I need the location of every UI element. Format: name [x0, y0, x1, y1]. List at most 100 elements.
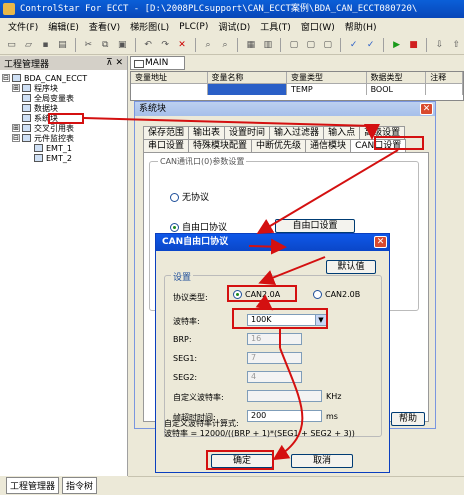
window-split-icon[interactable]: ▢: [303, 37, 318, 52]
tab-instruction-tree[interactable]: 指令树: [62, 477, 98, 494]
left-panel-tabs: 工程管理器 指令树: [0, 476, 128, 495]
formula-title: 自定义波特率计算式:: [164, 419, 239, 428]
cell-address[interactable]: [131, 84, 208, 95]
new-file-icon[interactable]: ▭: [4, 37, 19, 52]
tab-row-1: 保存范围 输出表 设置时间 输入过滤器 输入点 高级设置: [143, 126, 406, 139]
close-icon[interactable]: ✕: [420, 103, 433, 115]
help-button[interactable]: 帮助: [391, 412, 425, 426]
tab-can-port[interactable]: CAN口设置: [350, 139, 407, 152]
seg1-label: SEG1:: [173, 354, 198, 363]
page-setup-icon[interactable]: ▥: [260, 37, 275, 52]
redo-icon[interactable]: ↷: [158, 37, 173, 52]
variable-table: 变量地址 变量名称 变量类型 数据类型 注释 TEMP BOOL: [130, 71, 464, 101]
open-folder-icon[interactable]: ▱: [21, 37, 36, 52]
paste-icon[interactable]: ▣: [115, 37, 130, 52]
tab-interrupt-priority[interactable]: 中断优先级: [251, 139, 307, 152]
tab-output-table[interactable]: 输出表: [188, 126, 226, 139]
radio-can20b[interactable]: CAN2.0B: [313, 290, 360, 299]
tab-project-manager[interactable]: 工程管理器: [6, 477, 60, 494]
table-row[interactable]: TEMP BOOL: [131, 84, 463, 95]
radio-free-protocol[interactable]: 自由口协议: [170, 220, 227, 233]
run-icon[interactable]: ▶: [389, 37, 404, 52]
tree-expander-icon[interactable]: ⊟: [2, 74, 10, 82]
close-icon[interactable]: ✕: [374, 236, 387, 248]
ok-button[interactable]: 确定: [211, 454, 273, 468]
free-port-settings-button[interactable]: 自由口设置: [275, 219, 355, 233]
tree-item-project[interactable]: ⊟ BDA_CAN_ECCT: [2, 73, 125, 83]
tree-expander-icon[interactable]: ⊟: [12, 134, 20, 142]
cell-comment[interactable]: [426, 84, 463, 95]
baud-rate-select[interactable]: 100K ▼: [247, 314, 327, 326]
check-icon[interactable]: ✓: [346, 37, 361, 52]
seg2-field: 4: [247, 371, 302, 383]
radio-label: CAN2.0B: [325, 290, 361, 299]
cell-var-type[interactable]: TEMP: [287, 84, 367, 95]
brp-label: BRP:: [173, 335, 192, 344]
tab-input-filter[interactable]: 输入过滤器: [269, 126, 325, 139]
menu-help[interactable]: 帮助(H): [345, 20, 377, 33]
menu-window[interactable]: 窗口(W): [301, 20, 335, 33]
menu-tools[interactable]: 工具(T): [260, 20, 291, 33]
brp-field: 16: [247, 333, 302, 345]
tab-set-time[interactable]: 设置时间: [224, 126, 271, 139]
dialog-title: CAN自由口协议: [162, 237, 229, 247]
tree-item-monitor-table[interactable]: ⊟ 元件监控表: [2, 133, 125, 143]
tree-item-label: EMT_2: [46, 153, 72, 163]
tree-item-program-block[interactable]: ⊞ 程序块: [2, 83, 125, 93]
tree-item-system-block[interactable]: 系统块: [2, 113, 125, 123]
data-block-icon: [22, 104, 31, 112]
check-all-icon[interactable]: ✓: [363, 37, 378, 52]
upload-icon[interactable]: ⇧: [449, 37, 464, 52]
window-cascade-icon[interactable]: ▢: [320, 37, 335, 52]
panel-pin-close-icon[interactable]: ⊼ ✕: [106, 58, 123, 68]
toolbar-divider: [74, 37, 76, 52]
default-values-button[interactable]: 默认值: [326, 260, 376, 274]
window-tile-icon[interactable]: ▢: [286, 37, 301, 52]
menu-plc[interactable]: PLC(P): [179, 22, 208, 32]
undo-icon[interactable]: ↶: [141, 37, 156, 52]
print-preview-icon[interactable]: ▦: [243, 37, 258, 52]
tab-special-module[interactable]: 特殊模块配置: [188, 139, 253, 152]
seg1-field: 7: [247, 352, 302, 364]
delete-icon[interactable]: ✕: [175, 37, 190, 52]
project-icon: [12, 74, 21, 82]
find-icon[interactable]: ⌕: [201, 37, 216, 52]
menu-file[interactable]: 文件(F): [8, 20, 38, 33]
col-comment: 注释: [426, 72, 463, 83]
radio-label: 自由口协议: [182, 223, 228, 233]
stop-icon[interactable]: ■: [406, 37, 421, 52]
tab-comm-module[interactable]: 通信模块: [305, 139, 352, 152]
tree-expander-icon[interactable]: ⊞: [12, 84, 20, 92]
tab-advanced[interactable]: 高级设置: [359, 126, 406, 139]
tab-input-point[interactable]: 输入点: [323, 126, 361, 139]
toolbar-divider: [194, 37, 196, 52]
print-icon[interactable]: ▤: [55, 37, 70, 52]
radio-icon: [313, 290, 322, 299]
tree-item-emt2[interactable]: EMT_2: [2, 153, 125, 163]
replace-icon[interactable]: ⌕: [217, 37, 232, 52]
table-icon: [22, 94, 31, 102]
chevron-down-icon[interactable]: ▼: [315, 315, 326, 325]
tree-item-cross-ref[interactable]: ⊞ 交叉引用表: [2, 123, 125, 133]
menu-view[interactable]: 查看(V): [89, 20, 120, 33]
save-icon[interactable]: ▪: [38, 37, 53, 52]
tab-save-range[interactable]: 保存范围: [143, 126, 190, 139]
menu-debug[interactable]: 调试(D): [218, 20, 250, 33]
tree-item-global-vars[interactable]: 全局变量表: [2, 93, 125, 103]
tree-expander-icon[interactable]: ⊞: [12, 124, 20, 132]
cut-icon[interactable]: ✂: [81, 37, 96, 52]
menu-edit[interactable]: 编辑(E): [48, 20, 79, 33]
cell-data-type[interactable]: BOOL: [367, 84, 427, 95]
tree-item-data-block[interactable]: 数据块: [2, 103, 125, 113]
menu-ladder[interactable]: 梯形图(L): [130, 20, 169, 33]
tab-serial[interactable]: 串口设置: [143, 139, 190, 152]
cancel-button[interactable]: 取消: [291, 454, 353, 468]
monitor-item-icon: [34, 144, 43, 152]
download-icon[interactable]: ⇩: [432, 37, 447, 52]
copy-icon[interactable]: ⧉: [98, 37, 113, 52]
tree-item-emt1[interactable]: EMT_1: [2, 143, 125, 153]
radio-can20a[interactable]: CAN2.0A: [233, 290, 280, 299]
cell-name[interactable]: [207, 84, 288, 95]
tab-main[interactable]: MAIN: [130, 56, 185, 70]
radio-no-protocol[interactable]: 无协议: [170, 190, 209, 203]
